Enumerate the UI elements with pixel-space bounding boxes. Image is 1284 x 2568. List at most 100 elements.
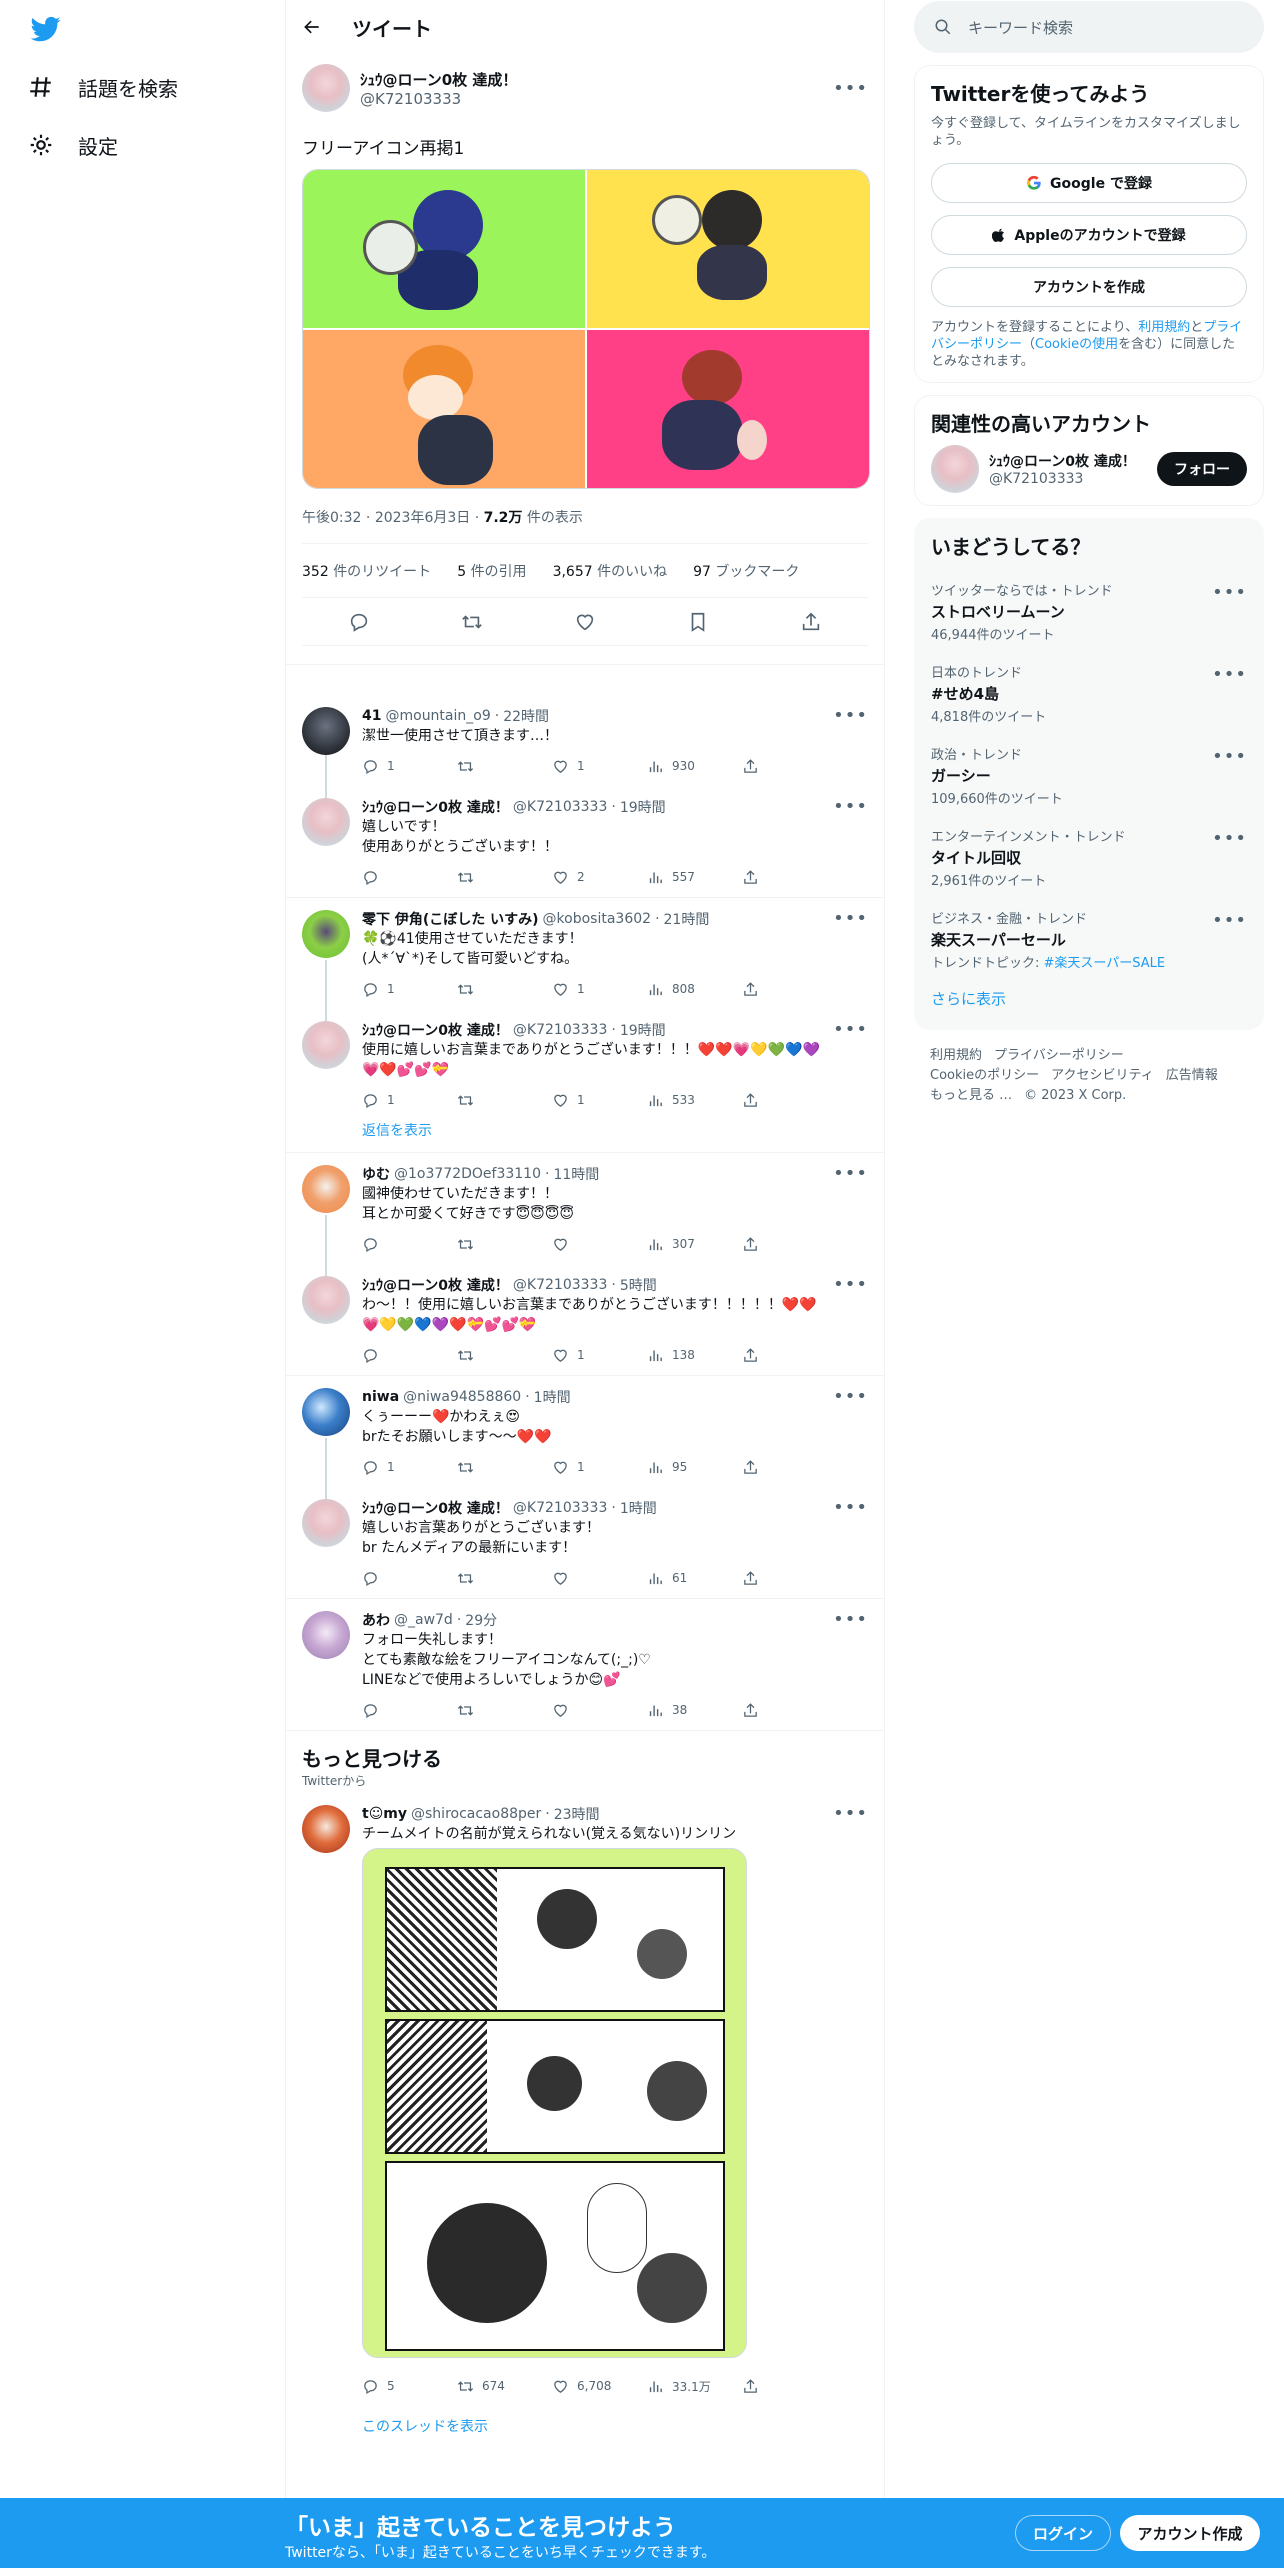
like-button[interactable] [552,1702,647,1719]
follow-button[interactable]: フォロー [1157,452,1247,486]
share-button[interactable] [742,758,837,775]
reply-time[interactable]: 11時間 [553,1164,599,1184]
tweet-image[interactable] [303,330,585,488]
retweet-button[interactable] [457,981,552,998]
more-options-icon[interactable]: ••• [1212,582,1247,603]
reply-author-name[interactable]: ｼｭｳ@ローン0枚 達成！ [362,1020,509,1040]
back-arrow-icon[interactable] [302,17,322,37]
avatar[interactable] [302,64,350,112]
retweet-icon[interactable] [461,611,483,633]
reply-tweet[interactable]: ｼｭｳ@ローン0枚 達成！ @K72103333 · 1時間 ••• 嬉しいお言葉ありが… [286,1487,884,1599]
reply-time[interactable]: 21時間 [664,909,710,929]
views-button[interactable]: 33.1万 [647,2378,742,2395]
avatar[interactable] [302,798,350,846]
reply-tweet[interactable]: ゆむ @1o3772DOef33110 · 11時間 ••• 國神使わせていただきます！… [286,1153,884,1264]
reply-tweet[interactable]: ｼｭｳ@ローン0枚 達成！ @K72103333 · 19時間 ••• 嬉しいです！ 使… [286,786,884,898]
like-button[interactable]: 1 [552,1347,647,1364]
author-handle[interactable]: @K72103333 [360,90,517,108]
reply-button[interactable] [362,1347,457,1364]
avatar[interactable] [302,1388,350,1436]
views-button[interactable]: 557 [647,869,742,886]
nav-explore[interactable]: 話題を検索 [28,67,178,107]
footer-link-terms[interactable]: 利用規約 [930,1048,982,1063]
terms-of-service-link[interactable]: 利用規約 [1138,320,1190,335]
avatar[interactable] [302,1276,350,1324]
like-button[interactable]: 1 [552,1459,647,1476]
trend-item[interactable]: 政治・トレンド ガーシー 109,660件のツイート ••• [931,732,1247,814]
author-handle[interactable]: @shirocacao88per [411,1806,541,1822]
reply-time[interactable]: 1時間 [620,1498,657,1518]
like-button[interactable] [552,1236,647,1253]
share-button[interactable] [742,869,837,886]
bookmark-icon[interactable] [687,611,709,633]
more-options-icon[interactable]: ••• [833,78,868,99]
tweet-date[interactable]: 2023年6月3日 [375,510,470,526]
footer-link-ads[interactable]: 広告情報 [1166,1068,1218,1083]
more-options-icon[interactable]: ••• [833,1274,868,1295]
reply-button[interactable]: 1 [362,1092,457,1109]
tweet-time[interactable]: 午後0:32 [302,510,361,526]
share-button[interactable] [742,1092,837,1109]
like-button[interactable]: 6,708 [552,2378,647,2395]
avatar[interactable] [931,445,979,493]
reply-author-handle[interactable]: @K72103333 [513,1277,607,1293]
nav-settings[interactable]: 設定 [28,125,118,165]
retweets-stat[interactable]: 352 件のリツイート [302,561,431,581]
login-button[interactable]: ログイン [1015,2515,1111,2551]
avatar[interactable] [302,1805,350,1853]
reply-button[interactable] [362,1570,457,1587]
views-button[interactable]: 808 [647,981,742,998]
reply-time[interactable]: 19時間 [620,797,666,817]
twitter-logo-icon[interactable] [28,14,64,44]
related-account-handle[interactable]: @K72103333 [989,471,1147,487]
reply-author-handle[interactable]: @mountain_o9 [385,708,490,724]
views-button[interactable]: 138 [647,1347,742,1364]
reply-tweet[interactable]: ｼｭｳ@ローン0枚 達成！ @K72103333 · 5時間 ••• わ〜！！使用に嬉し… [286,1264,884,1376]
views-button[interactable]: 930 [647,758,742,775]
reply-time[interactable]: 19時間 [620,1020,666,1040]
share-button[interactable] [742,2378,837,2395]
show-replies-link[interactable]: 返信を表示 [286,1120,884,1153]
signup-button[interactable]: アカウント作成 [1120,2515,1260,2551]
footer-link-accessibility[interactable]: アクセシビリティ [1051,1068,1154,1083]
share-icon[interactable] [800,611,822,633]
more-options-icon[interactable]: ••• [833,1386,868,1407]
avatar[interactable] [302,910,350,958]
reply-time[interactable]: 1時間 [534,1387,571,1407]
like-icon[interactable] [574,611,596,633]
retweet-button[interactable]: 674 [457,2378,552,2395]
avatar[interactable] [302,707,350,755]
share-button[interactable] [742,1459,837,1476]
show-thread-link[interactable]: このスレッドを表示 [286,2406,884,2456]
like-button[interactable]: 2 [552,869,647,886]
quotes-stat[interactable]: 5 件の引用 [457,561,526,581]
avatar[interactable] [302,1499,350,1547]
author-name[interactable]: ｼｭｳ@ローン0枚 達成！ [360,69,517,90]
trend-item[interactable]: ツイッターならでは・トレンド ストロベリームーン 46,944件のツイート ••… [931,568,1247,650]
like-button[interactable]: 1 [552,758,647,775]
reply-button[interactable]: 1 [362,1459,457,1476]
more-options-icon[interactable]: ••• [833,705,868,726]
reply-icon[interactable] [348,611,370,633]
share-button[interactable] [742,1702,837,1719]
reply-tweet[interactable]: ｼｭｳ@ローン0枚 達成！ @K72103333 · 19時間 ••• 使用に嬉しいお言… [286,1009,884,1120]
reply-button[interactable] [362,869,457,886]
reply-author-name[interactable]: 零下 伊角(こぼした いすみ) [362,909,539,929]
like-button[interactable] [552,1570,647,1587]
like-button[interactable]: 1 [552,981,647,998]
cookie-use-link[interactable]: Cookieの使用 [1035,337,1118,352]
reply-tweet[interactable]: 零下 伊角(こぼした いすみ) @kobosita3602 · 21時間 ••• 🍀⚽4… [286,898,884,1009]
reply-time[interactable]: 22時間 [503,706,549,726]
reply-tweet[interactable]: 41 @mountain_o9 · 22時間 ••• 潔世一使用させて頂きます…！ 1 … [286,695,884,786]
trend-item[interactable]: 日本のトレンド #せめ4島 4,818件のツイート ••• [931,650,1247,732]
more-options-icon[interactable]: ••• [833,1163,868,1184]
reply-author-handle[interactable]: @K72103333 [513,1022,607,1038]
footer-link-more[interactable]: もっと見る … [930,1088,1012,1103]
tweet-image[interactable] [587,170,869,328]
reply-author-name[interactable]: あわ [362,1610,390,1630]
more-options-icon[interactable]: ••• [833,796,868,817]
reply-author-handle[interactable]: @_aw7d [394,1612,453,1628]
reply-tweet[interactable]: niwa @niwa94858860 · 1時間 ••• くぅーーー❤️かわえぇ😍 br… [286,1376,884,1487]
google-signup-button[interactable]: Google で登録 [931,163,1247,203]
tweet-time[interactable]: 23時間 [554,1804,600,1824]
